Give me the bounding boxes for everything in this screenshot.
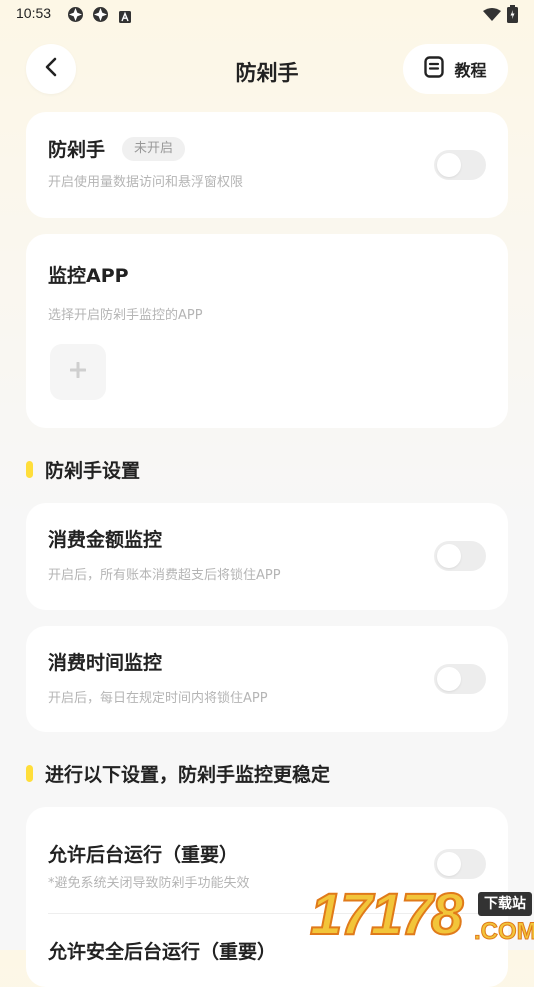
- amount-monitor-toggle[interactable]: [434, 541, 486, 571]
- watermark-domain: .COM: [474, 918, 534, 946]
- status-bar: 10:53: [0, 0, 534, 28]
- section-accent-bar: [26, 461, 33, 478]
- tutorial-button[interactable]: 教程: [403, 44, 508, 94]
- time-monitor-title: 消费时间监控: [48, 652, 163, 674]
- status-badge: 未开启: [122, 137, 186, 161]
- amount-monitor-subtitle: 开启后，所有账本消费超支后将锁住APP: [48, 568, 281, 583]
- background-run-toggle[interactable]: [434, 849, 486, 879]
- guard-toggle[interactable]: [434, 150, 486, 180]
- background-run-title: 允许后台运行（重要）: [48, 844, 239, 866]
- settings-section-header: 防剁手设置: [26, 456, 140, 483]
- guard-toggle-card: 防剁手 未开启 开启使用量数据访问和悬浮窗权限: [26, 112, 508, 218]
- section-accent-bar: [26, 765, 33, 782]
- guard-title: 防剁手: [48, 139, 106, 161]
- aperture-icon: [67, 6, 84, 27]
- plus-icon: [69, 361, 87, 382]
- amount-monitor-card: 消费金额监控 开启后，所有账本消费超支后将锁住APP: [26, 503, 508, 610]
- monitor-app-card: 监控APP 选择开启防剁手监控的APP: [26, 234, 508, 428]
- toggle-knob: [437, 852, 461, 876]
- settings-section-title: 防剁手设置: [45, 460, 141, 482]
- time-monitor-subtitle: 开启后，每日在规定时间内将锁住APP: [48, 691, 268, 706]
- site-watermark: 17178 下载站 .COM: [308, 882, 534, 950]
- stability-section-title: 进行以下设置，防剁手监控更稳定: [45, 764, 331, 786]
- watermark-digits: 17178: [309, 882, 464, 947]
- battery-icon: [507, 5, 518, 27]
- add-app-button[interactable]: [50, 344, 106, 400]
- safe-background-run-title: 允许安全后台运行（重要）: [48, 941, 277, 963]
- wifi-icon: [483, 7, 501, 26]
- guard-subtitle: 开启使用量数据访问和悬浮窗权限: [48, 175, 244, 190]
- monitor-app-subtitle: 选择开启防剁手监控的APP: [48, 308, 203, 323]
- a-badge-icon: [119, 8, 131, 27]
- amount-monitor-title: 消费金额监控: [48, 529, 163, 551]
- toggle-knob: [437, 667, 461, 691]
- tutorial-label: 教程: [454, 61, 487, 80]
- background-run-subtitle: *避免系统关闭导致防剁手功能失效: [48, 876, 250, 891]
- watermark-tag: 下载站: [478, 892, 532, 916]
- stability-section-header: 进行以下设置，防剁手监控更稳定: [26, 760, 330, 787]
- time-monitor-toggle[interactable]: [434, 664, 486, 694]
- toggle-knob: [437, 153, 461, 177]
- top-navigation-bar: 防剁手 教程: [0, 44, 534, 96]
- toggle-knob: [437, 544, 461, 568]
- document-icon: [424, 56, 445, 82]
- aperture-icon: [92, 6, 109, 27]
- time-monitor-card: 消费时间监控 开启后，每日在规定时间内将锁住APP: [26, 626, 508, 732]
- monitor-app-title: 监控APP: [48, 265, 129, 287]
- status-time: 10:53: [16, 5, 52, 21]
